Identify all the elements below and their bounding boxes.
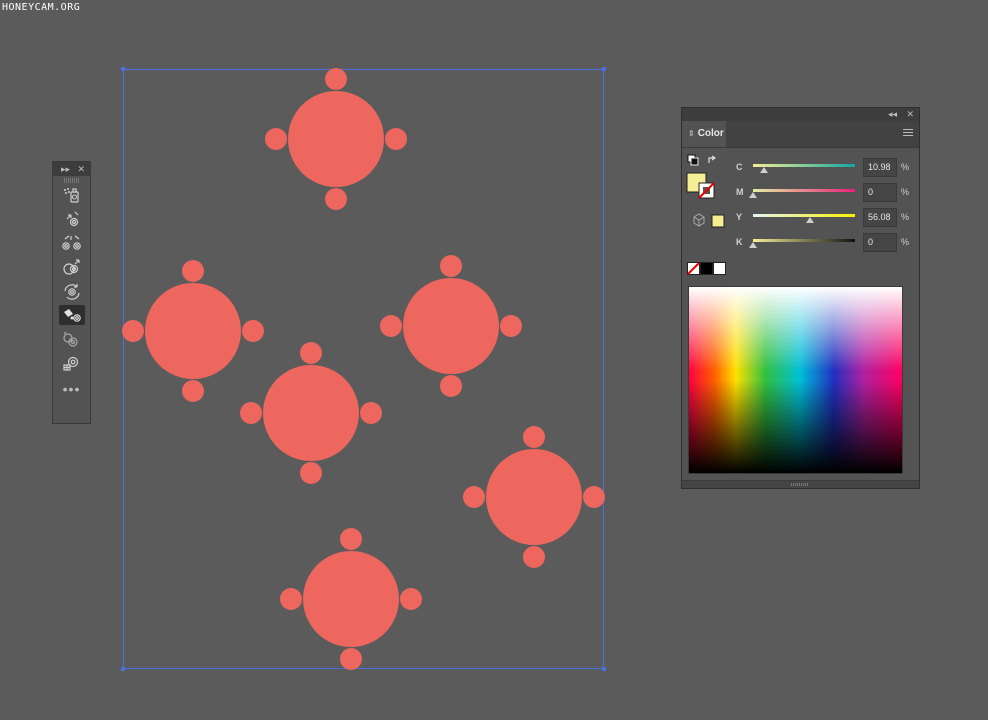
symbol-instance[interactable]: [265, 68, 407, 210]
none-swatch[interactable]: [687, 262, 700, 275]
tab-color-label: Color: [697, 128, 724, 139]
chair-circle[interactable]: [340, 528, 362, 550]
chair-circle[interactable]: [240, 402, 262, 424]
symbol-scruncher-icon[interactable]: [59, 233, 85, 253]
chair-circle[interactable]: [325, 68, 347, 90]
table-circle[interactable]: [303, 551, 399, 647]
table-circle[interactable]: [145, 283, 241, 379]
symbol-instance[interactable]: [380, 255, 522, 397]
panel-resize-grip[interactable]: [682, 480, 919, 488]
chair-circle[interactable]: [265, 128, 287, 150]
percent-unit: %: [901, 237, 910, 247]
symbol-styler-icon[interactable]: [59, 353, 85, 373]
symbol-instance[interactable]: [240, 342, 382, 484]
slider-magenta[interactable]: M 0 %: [732, 183, 912, 203]
yellow-track[interactable]: [753, 214, 855, 217]
percent-unit: %: [901, 212, 910, 222]
chair-circle[interactable]: [500, 315, 522, 337]
more-tools-icon[interactable]: •••: [53, 381, 90, 397]
chair-circle[interactable]: [385, 128, 407, 150]
tab-color[interactable]: ⇕ Color: [682, 121, 726, 147]
table-circle[interactable]: [263, 365, 359, 461]
symbolism-tools-panel[interactable]: ▸▸ ✕ •••: [52, 161, 91, 424]
black-thumb[interactable]: [749, 242, 757, 248]
tab-stepper-icon[interactable]: ⇕: [688, 129, 695, 138]
color-panel-titlebar[interactable]: ◂◂ ✕: [682, 108, 919, 121]
collapse-icon[interactable]: ▸▸: [61, 163, 70, 175]
percent-unit: %: [901, 187, 910, 197]
symbol-sprayer-icon[interactable]: [59, 185, 85, 205]
chair-circle[interactable]: [380, 315, 402, 337]
close-icon[interactable]: ✕: [77, 163, 85, 175]
magenta-track[interactable]: [753, 189, 855, 192]
chair-circle[interactable]: [583, 486, 605, 508]
chair-circle[interactable]: [340, 648, 362, 670]
grip-handle[interactable]: [64, 178, 79, 183]
table-circle[interactable]: [288, 91, 384, 187]
chair-circle[interactable]: [523, 546, 545, 568]
panel-menu-icon[interactable]: [903, 129, 913, 138]
color-panel-tabbar: ⇕ Color: [682, 121, 919, 148]
chair-circle[interactable]: [440, 375, 462, 397]
quick-swatches: [687, 262, 726, 275]
symbol-sizer-icon[interactable]: [59, 257, 85, 277]
chair-circle[interactable]: [300, 462, 322, 484]
yellow-thumb[interactable]: [806, 217, 815, 223]
chair-circle[interactable]: [300, 342, 322, 364]
close-icon[interactable]: ✕: [906, 108, 914, 121]
slider-cyan[interactable]: C 10.98 %: [732, 158, 912, 178]
color-cube-icon[interactable]: [693, 213, 705, 227]
default-fill-stroke-icon[interactable]: [687, 154, 699, 166]
black-track[interactable]: [753, 239, 855, 242]
chair-circle[interactable]: [463, 486, 485, 508]
chair-circle[interactable]: [400, 588, 422, 610]
magenta-thumb[interactable]: [749, 192, 757, 198]
chair-circle[interactable]: [242, 320, 264, 342]
slider-label: K: [736, 237, 743, 247]
black-value-field[interactable]: 0: [863, 233, 897, 252]
black-swatch[interactable]: [700, 262, 713, 275]
symbol-screener-icon[interactable]: [59, 329, 85, 349]
yellow-value-field[interactable]: 56.08: [863, 208, 897, 227]
symbol-spinner-icon[interactable]: [59, 281, 85, 301]
symbol-shifter-icon[interactable]: [59, 209, 85, 229]
white-swatch[interactable]: [713, 262, 726, 275]
symbol-stainer-icon[interactable]: [58, 305, 85, 325]
gamut-swatch[interactable]: [711, 214, 725, 228]
slider-black[interactable]: K 0 %: [732, 233, 912, 253]
color-panel[interactable]: ◂◂ ✕ ⇕ Color C 10.98 % M 0 % Y 56.08 % K…: [681, 107, 920, 489]
color-spectrum[interactable]: [688, 286, 903, 474]
cyan-value-field[interactable]: 10.98: [863, 158, 897, 177]
chair-circle[interactable]: [280, 588, 302, 610]
slider-label: M: [736, 187, 744, 197]
stroke-none-swatch[interactable]: [698, 182, 715, 199]
magenta-value-field[interactable]: 0: [863, 183, 897, 202]
slider-label: Y: [736, 212, 743, 222]
swap-fill-stroke-icon[interactable]: [708, 155, 717, 163]
chair-circle[interactable]: [182, 380, 204, 402]
slider-label: C: [736, 162, 743, 172]
chair-circle[interactable]: [182, 260, 204, 282]
chair-circle[interactable]: [523, 426, 545, 448]
table-circle[interactable]: [403, 278, 499, 374]
symbol-instance[interactable]: [280, 528, 422, 670]
symbol-instance[interactable]: [122, 260, 264, 402]
chair-circle[interactable]: [325, 188, 347, 210]
table-circle[interactable]: [486, 449, 582, 545]
collapse-icon[interactable]: ◂◂: [888, 108, 897, 121]
slider-yellow[interactable]: Y 56.08 %: [732, 208, 912, 228]
chair-circle[interactable]: [122, 320, 144, 342]
percent-unit: %: [901, 162, 910, 172]
cyan-thumb[interactable]: [760, 167, 769, 173]
symbol-instance[interactable]: [463, 426, 605, 568]
cyan-track[interactable]: [753, 164, 855, 167]
fill-stroke-widget[interactable]: [686, 153, 726, 248]
tools-panel-titlebar[interactable]: ▸▸ ✕: [53, 162, 90, 176]
chair-circle[interactable]: [440, 255, 462, 277]
chair-circle[interactable]: [360, 402, 382, 424]
